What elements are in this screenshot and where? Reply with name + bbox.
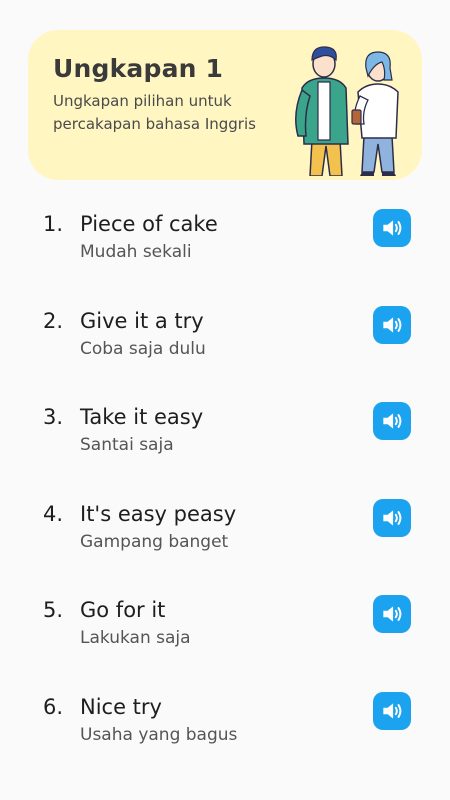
couple-talking-illustration	[295, 46, 399, 176]
phrase-text: Give it a try	[80, 308, 204, 333]
play-audio-button[interactable]	[373, 209, 411, 247]
item-number: 5.	[43, 598, 64, 622]
phrase-text: Nice try	[80, 694, 162, 719]
play-audio-button[interactable]	[373, 498, 411, 537]
phrase-translation: Coba saja dulu	[80, 338, 206, 359]
speaker-icon	[383, 316, 402, 333]
list-item: 2. Give it a try Coba saja dulu	[0, 287, 450, 384]
item-number: 4.	[43, 501, 64, 526]
item-number: 1.	[43, 212, 64, 236]
phrase-translation: Santai saja	[80, 435, 174, 455]
item-number: 3.	[43, 405, 64, 429]
header-banner: Ungkapan 1 Ungkapan pilihan untuk percak…	[28, 30, 422, 180]
phrase-translation: Lakukan saja	[80, 628, 191, 648]
list-item: 4. It's easy peasy Gampang banget	[0, 480, 450, 577]
speaker-icon	[383, 509, 402, 526]
phrase-translation: Usaha yang bagus	[80, 724, 238, 745]
phrase-page: Ungkapan 1 Ungkapan pilihan untuk percak…	[0, 0, 450, 800]
phrase-translation: Mudah sekali	[80, 242, 192, 262]
phrase-text: Piece of cake	[80, 212, 218, 236]
play-audio-button[interactable]	[373, 691, 411, 730]
speaker-icon	[383, 606, 402, 622]
phrase-list: 1. Piece of cake Mudah sekali 2. Give it…	[0, 190, 450, 769]
list-item: 1. Piece of cake Mudah sekali	[0, 190, 450, 287]
woman-figure	[351, 51, 399, 176]
phrase-text: Take it easy	[80, 405, 204, 429]
page-subtitle: Ungkapan pilihan untuk percakapan bahasa…	[53, 92, 256, 133]
item-number: 2.	[43, 308, 64, 333]
page-title: Ungkapan 1	[53, 54, 224, 83]
list-item: 6. Nice try Usaha yang bagus	[0, 673, 450, 770]
list-item: 3. Take it easy Santai saja	[0, 383, 450, 480]
item-number: 6.	[43, 694, 64, 719]
phrase-translation: Gampang banget	[80, 531, 229, 552]
speaker-icon	[383, 413, 402, 429]
man-figure	[295, 46, 349, 176]
play-audio-button[interactable]	[373, 305, 411, 344]
phrase-text: Go for it	[80, 598, 166, 622]
phrase-text: It's easy peasy	[80, 501, 237, 526]
speaker-icon	[383, 220, 402, 236]
play-audio-button[interactable]	[373, 402, 411, 440]
speaker-icon	[383, 702, 402, 719]
play-audio-button[interactable]	[373, 595, 411, 633]
list-item: 5. Go for it Lakukan saja	[0, 576, 450, 673]
